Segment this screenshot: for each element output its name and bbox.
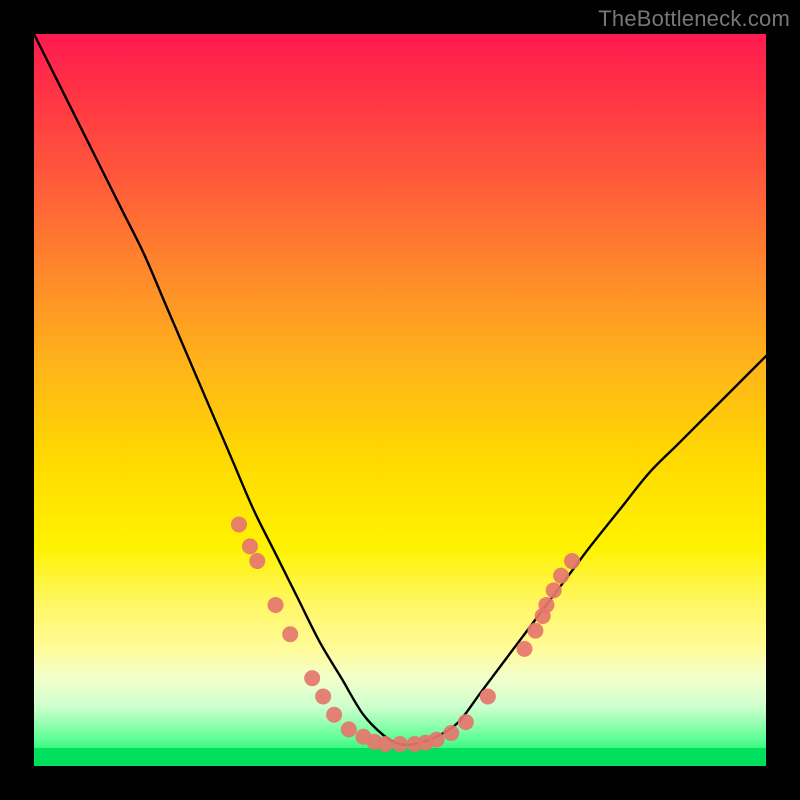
highlight-marker xyxy=(516,641,532,657)
highlight-marker xyxy=(326,707,342,723)
highlight-marker xyxy=(341,721,357,737)
highlight-marker xyxy=(546,582,562,598)
highlight-marker xyxy=(443,725,459,741)
highlight-marker xyxy=(315,688,331,704)
highlight-marker xyxy=(268,597,284,613)
chart-frame: TheBottleneck.com xyxy=(0,0,800,800)
plot-area xyxy=(34,34,766,766)
highlight-marker xyxy=(304,670,320,686)
highlight-marker xyxy=(377,736,393,752)
highlight-marker xyxy=(282,626,298,642)
highlight-marker xyxy=(564,553,580,569)
bottleneck-curve-path xyxy=(34,34,766,745)
highlight-marker xyxy=(392,736,408,752)
highlight-marker xyxy=(527,623,543,639)
chart-svg-layer xyxy=(34,34,766,766)
highlight-marker xyxy=(480,688,496,704)
highlight-marker-group xyxy=(231,516,580,752)
highlight-marker xyxy=(242,538,258,554)
highlight-marker xyxy=(429,732,445,748)
highlight-marker xyxy=(458,714,474,730)
highlight-marker xyxy=(231,516,247,532)
highlight-marker xyxy=(249,553,265,569)
highlight-marker xyxy=(538,597,554,613)
highlight-marker xyxy=(553,568,569,584)
watermark-text: TheBottleneck.com xyxy=(598,6,790,32)
